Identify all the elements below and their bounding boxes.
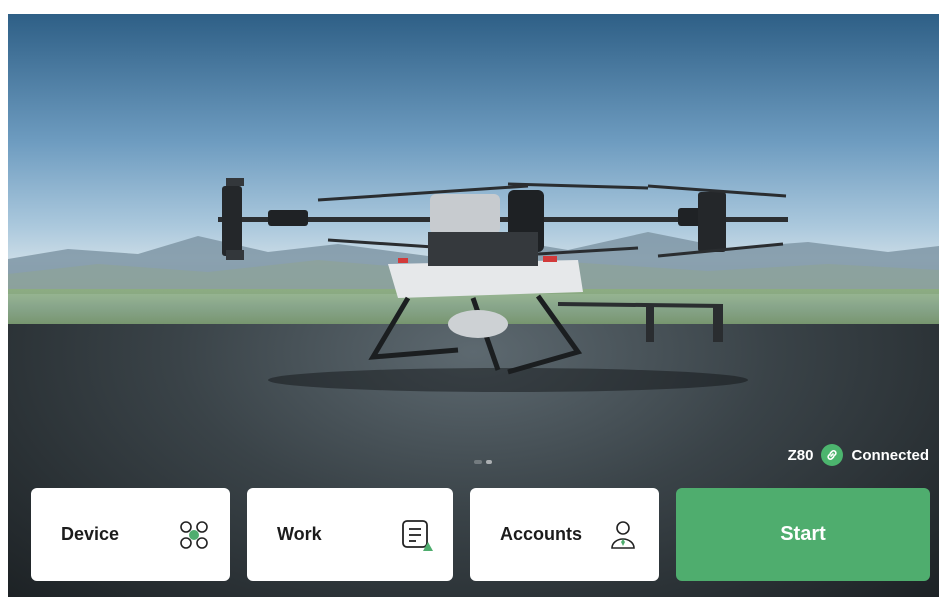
start-button[interactable]: Start [676, 488, 930, 581]
user-icon [605, 517, 641, 553]
model-name: Z80 [787, 446, 814, 464]
accounts-label: Accounts [500, 524, 583, 544]
drone-icon [176, 517, 212, 553]
start-label: Start [780, 523, 826, 545]
device-label: Device [61, 524, 120, 544]
drone-image [218, 178, 788, 392]
task-list-icon [399, 517, 435, 553]
work-button[interactable]: Work [247, 488, 453, 581]
carousel-dot-1[interactable] [474, 460, 482, 464]
carousel-indicator[interactable] [474, 460, 492, 464]
work-label: Work [277, 524, 322, 544]
accounts-button[interactable]: Accounts [470, 488, 659, 581]
device-button[interactable]: Device [31, 488, 230, 581]
hero-background: Z80 Connected Device Work Accounts Start [8, 14, 939, 597]
main-menu: Device Work Accounts Start [31, 488, 930, 581]
connection-label: Connected [851, 446, 929, 464]
link-icon [821, 444, 844, 466]
carousel-dot-2[interactable] [486, 460, 492, 464]
connection-status: Z80 Connected [788, 444, 929, 466]
